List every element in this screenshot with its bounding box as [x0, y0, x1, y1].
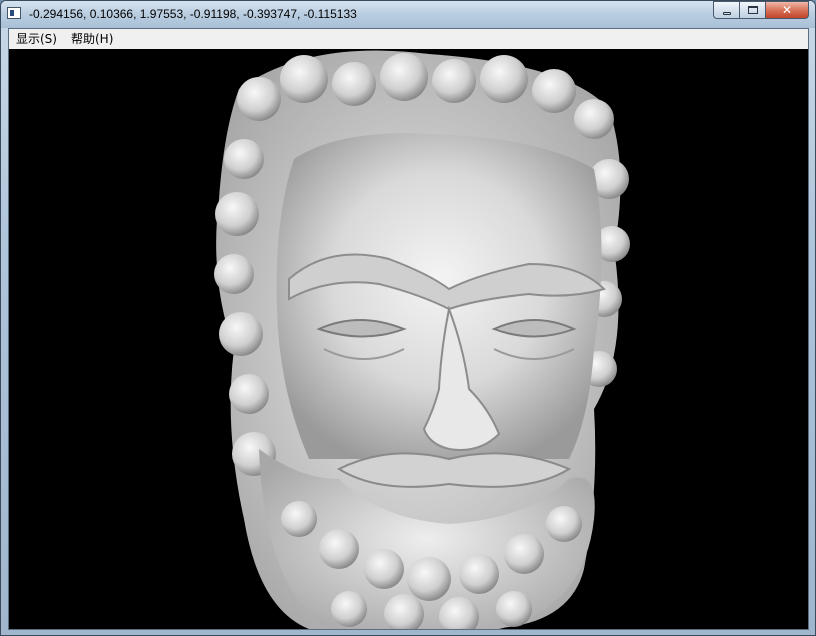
menu-display[interactable]: 显示(S): [9, 29, 64, 49]
3d-model-render: [214, 50, 630, 629]
client-area: 显示(S) 帮助(H): [8, 28, 809, 630]
menu-bar: 显示(S) 帮助(H): [9, 29, 808, 50]
close-icon: ✕: [781, 3, 793, 17]
window-title: -0.294156, 0.10366, 1.97553, -0.91198, -…: [29, 7, 357, 21]
caption-buttons: ✕: [713, 1, 809, 20]
maximize-button[interactable]: [739, 1, 765, 19]
minimize-button[interactable]: [713, 1, 739, 19]
menu-help[interactable]: 帮助(H): [64, 29, 120, 49]
maximize-icon: [747, 6, 758, 14]
title-bar[interactable]: -0.294156, 0.10366, 1.97553, -0.91198, -…: [1, 1, 815, 28]
app-window: -0.294156, 0.10366, 1.97553, -0.91198, -…: [0, 0, 816, 636]
mustache: [336, 452, 572, 488]
minimize-icon: [722, 11, 731, 15]
app-icon[interactable]: [7, 7, 21, 19]
3d-viewport[interactable]: [9, 49, 808, 629]
close-button[interactable]: ✕: [765, 1, 809, 19]
